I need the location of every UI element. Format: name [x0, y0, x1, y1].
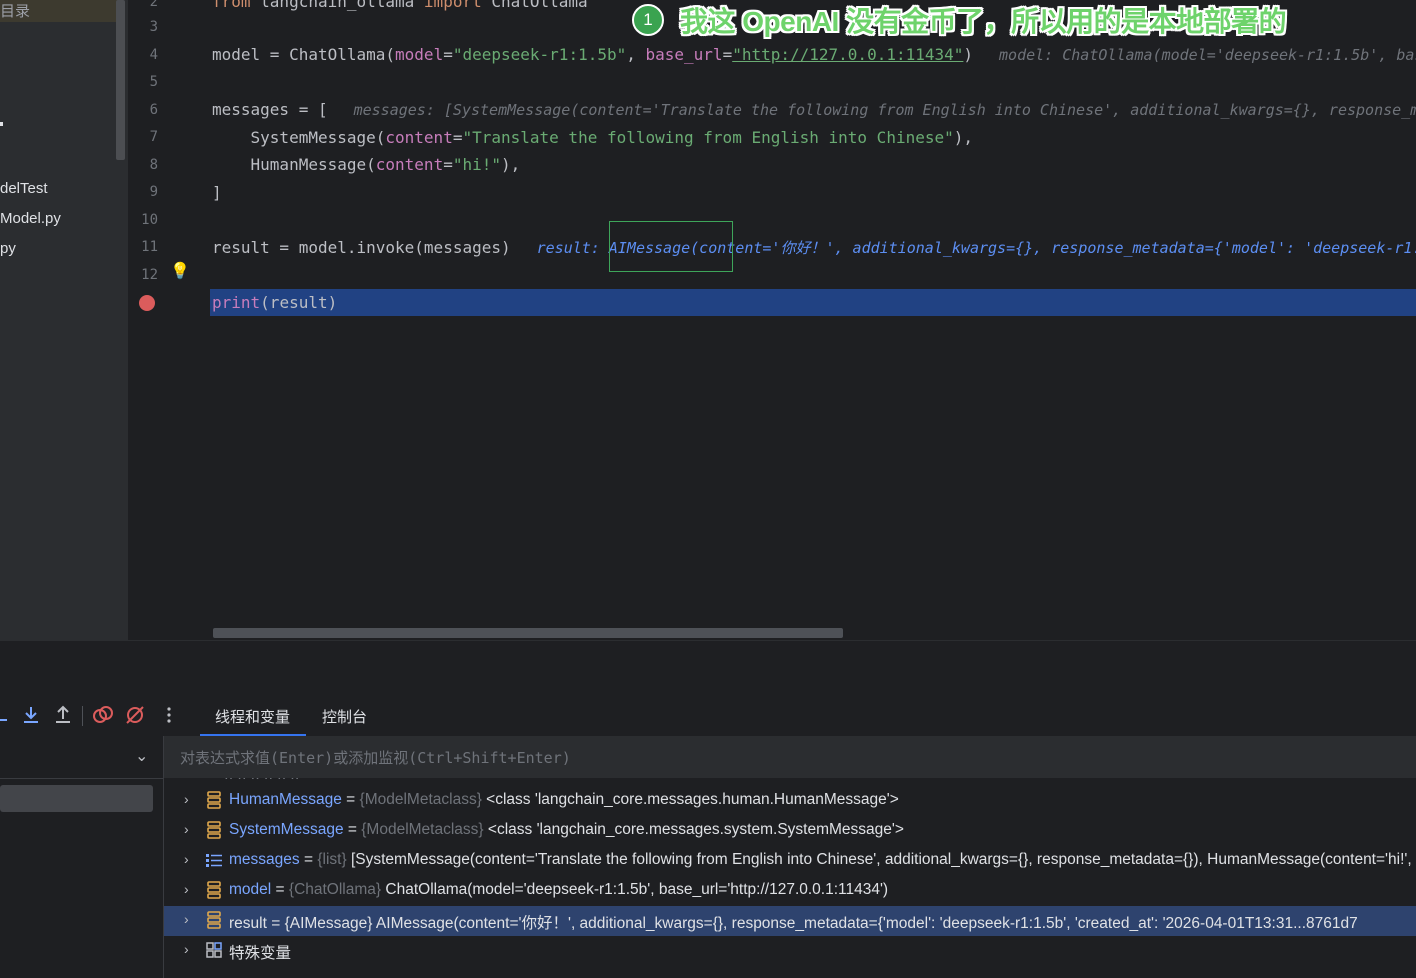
- variable-value: <class 'langchain_core.messages.system.S…: [483, 821, 904, 838]
- variable-row[interactable]: › model = {ChatOllama} ChatOllama(model=…: [164, 876, 1416, 906]
- line-number: 5: [149, 74, 158, 90]
- line-number: 11: [141, 239, 158, 255]
- line-number: 12: [141, 267, 158, 283]
- evaluate-expression-input[interactable]: [178, 747, 1382, 769]
- line-number: 4: [149, 47, 158, 63]
- step-over-icon[interactable]: [0, 704, 16, 724]
- code-line-4: model = ChatOllama(model="deepseek-r1:1.…: [212, 45, 1416, 65]
- partial-row: ‥ ‥ ‥ ‥ ‥ ‥: [224, 778, 824, 782]
- step-out-icon[interactable]: [52, 704, 74, 726]
- line-number: 2: [149, 0, 158, 10]
- chevron-down-icon[interactable]: ⌄: [135, 746, 148, 766]
- code-editor[interactable]: from langchain_ollama import ChatOllama …: [210, 0, 1416, 640]
- sidebar-scrollbar[interactable]: [116, 0, 125, 160]
- variable-type: {list}: [317, 851, 347, 868]
- annotation-callout: 1 我这 OpenAI 没有金币了，所以用的是本地部署的: [632, 4, 1287, 37]
- variables-list: ‥ ‥ ‥ ‥ ‥ ‥ › HumanMessage = {ModelMetac…: [164, 778, 1416, 978]
- line-number: 3: [149, 19, 158, 35]
- line-number: 7: [149, 129, 158, 145]
- sidebar-item-modeltest[interactable]: delTest: [0, 180, 48, 197]
- list-icon: [206, 854, 222, 867]
- variable-row-selected[interactable]: › result = {AIMessage} AIMessage(content…: [164, 906, 1416, 936]
- breakpoint-icon[interactable]: [139, 295, 155, 311]
- highlight-box-aimessage-hint: [609, 221, 733, 272]
- code-line-7: SystemMessage(content="Translate the fol…: [212, 128, 974, 147]
- annotation-number: 1: [632, 4, 664, 36]
- code-line-9: ]: [212, 183, 222, 202]
- annotation-text: 我这 OpenAI 没有金币了，所以用的是本地部署的: [680, 6, 1287, 37]
- field-icon: [207, 881, 221, 899]
- special-vars-icon: [206, 942, 222, 958]
- variable-name: SystemMessage: [229, 821, 344, 838]
- code-line-2: from langchain_ollama import ChatOllama: [212, 0, 588, 11]
- editor-gutter: 2 3 4 5 6 7 8 9 10 11 12 💡: [128, 0, 211, 640]
- code-line-8: HumanMessage(content="hi!"),: [212, 155, 521, 174]
- tab-console[interactable]: 控制台: [322, 706, 367, 727]
- variable-value: ChatOllama(model='deepseek-r1:1.5b', bas…: [381, 881, 889, 898]
- field-icon: [207, 791, 221, 809]
- variable-value: AIMessage(content='你好！', additional_kwar…: [372, 915, 1358, 932]
- inline-value-hint: messages: [SystemMessage(content='Transl…: [353, 101, 1416, 119]
- sidebar-item-py[interactable]: py: [0, 240, 16, 257]
- variable-type: {ModelMetaclass}: [361, 821, 484, 838]
- chevron-right-icon[interactable]: ›: [184, 881, 189, 897]
- lightbulb-icon[interactable]: 💡: [170, 261, 190, 281]
- more-icon[interactable]: [158, 704, 180, 726]
- variable-row[interactable]: › 特殊变量: [164, 936, 1416, 966]
- variable-name: 特殊变量: [229, 945, 292, 962]
- line-number: 9: [149, 184, 158, 200]
- tab-threads-variables[interactable]: 线程和变量: [215, 706, 290, 727]
- code-line-11: result = model.invoke(messages) result: A…: [212, 238, 1416, 258]
- variable-row[interactable]: › messages = {list} [SystemMessage(conte…: [164, 846, 1416, 876]
- toolbar-separator: [82, 706, 83, 726]
- line-number: 8: [149, 157, 158, 173]
- variable-name: model: [229, 881, 272, 898]
- variable-name: messages: [229, 851, 300, 868]
- view-breakpoints-icon[interactable]: [92, 704, 114, 726]
- variable-value: <class 'langchain_core.messages.human.Hu…: [481, 791, 899, 808]
- sidebar-item-dir[interactable]: 目录: [0, 0, 30, 21]
- field-icon: [207, 821, 221, 839]
- variable-type: {AIMessage}: [284, 915, 373, 932]
- mute-breakpoints-icon[interactable]: [124, 704, 146, 726]
- tree-tick: [0, 122, 3, 126]
- variable-type: {ModelMetaclass}: [359, 791, 482, 808]
- variable-row[interactable]: › SystemMessage = {ModelMetaclass} <clas…: [164, 816, 1416, 846]
- chevron-right-icon[interactable]: ›: [184, 821, 189, 837]
- step-into-icon[interactable]: [20, 704, 42, 726]
- url-link[interactable]: "http://127.0.0.1:11434": [732, 45, 963, 64]
- variable-name: result: [229, 915, 267, 932]
- line-number: 10: [141, 212, 158, 228]
- inline-value-hint: model: ChatOllama(model='deepseek-r1:1.5…: [999, 46, 1416, 64]
- code-line-6: messages = [messages: [SystemMessage(con…: [212, 100, 1416, 120]
- panel-divider: [0, 640, 1416, 693]
- selected-frame[interactable]: [0, 785, 153, 812]
- variable-value: [SystemMessage(content='Translate the fo…: [350, 851, 1416, 868]
- evaluate-expression-bar: [164, 736, 1416, 779]
- current-execution-line: [210, 289, 1416, 316]
- chevron-right-icon[interactable]: ›: [184, 911, 189, 927]
- sidebar-item-model-py[interactable]: Model.py: [0, 210, 61, 227]
- project-sidebar: 目录 delTest Model.py py: [0, 0, 128, 640]
- variable-type: {ChatOllama}: [288, 881, 382, 898]
- variable-row[interactable]: › HumanMessage = {ModelMetaclass} <class…: [164, 786, 1416, 816]
- debug-toolbar: [0, 692, 1416, 736]
- code-line-13: print(result): [212, 293, 338, 312]
- chevron-right-icon[interactable]: ›: [184, 941, 189, 957]
- line-number: 6: [149, 102, 158, 118]
- field-icon: [207, 911, 221, 929]
- chevron-right-icon[interactable]: ›: [184, 851, 189, 867]
- variable-name: HumanMessage: [229, 791, 342, 808]
- chevron-right-icon[interactable]: ›: [184, 791, 189, 807]
- editor-horizontal-scrollbar[interactable]: [213, 628, 843, 638]
